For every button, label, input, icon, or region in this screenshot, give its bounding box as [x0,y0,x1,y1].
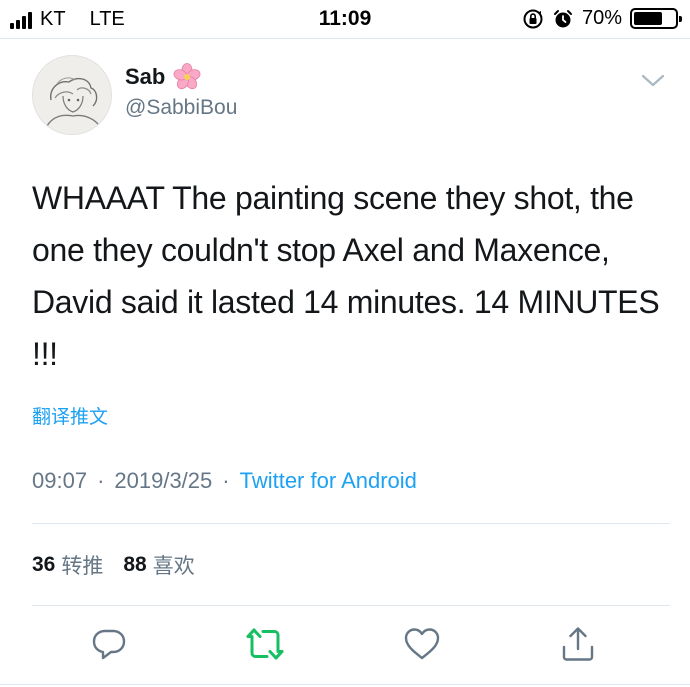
meta-separator: · [97,468,105,493]
battery-level-fill [634,12,662,25]
reply-icon [92,629,126,660]
display-name[interactable]: Sab [125,64,165,90]
status-bar-divider [0,38,690,39]
user-handle[interactable]: @SabbiBou [125,96,237,120]
tweet-time: 09:07 [32,468,88,493]
share-icon [562,627,594,661]
battery-icon [630,8,682,29]
reply-button[interactable] [89,624,129,664]
tweet-stats: 36 转推 88 喜欢 [32,550,195,580]
rotation-lock-icon [523,9,543,28]
like-label[interactable]: 喜欢 [153,550,195,580]
status-bar: KT LTE 11:09 70% [0,0,690,38]
avatar-sketch-icon [33,56,111,134]
retweet-button[interactable] [245,624,285,664]
stats-top-divider [32,523,670,524]
meta-separator: · [222,468,230,493]
retweet-count[interactable]: 36 [32,553,55,577]
cherry-blossom-icon [173,63,201,90]
retweet-icon [246,628,284,660]
like-count[interactable]: 88 [123,553,146,577]
share-button[interactable] [558,624,598,664]
tweet-action-bar [0,624,690,668]
alarm-icon [553,9,572,27]
tweet-source-link[interactable]: Twitter for Android [240,468,417,494]
retweet-label[interactable]: 转推 [61,550,103,580]
display-name-row[interactable]: Sab [125,63,201,91]
battery-percent: 70% [581,7,622,29]
translate-tweet-link[interactable]: 翻译推文 [32,402,108,429]
tweet-text: WHAAAT The painting scene they shot, the… [32,180,660,372]
actions-top-divider [32,605,670,606]
tweet-meta: 09:07 · 2019/3/25 · Twitter for Android [32,468,417,494]
bottom-divider [0,684,690,685]
status-bar-right: 70% [522,7,682,30]
avatar[interactable] [32,55,112,135]
like-button[interactable] [402,624,442,664]
chevron-down-icon[interactable] [640,70,666,90]
tweet-date: 2019/3/25 [114,468,213,493]
like-icon [404,628,440,660]
